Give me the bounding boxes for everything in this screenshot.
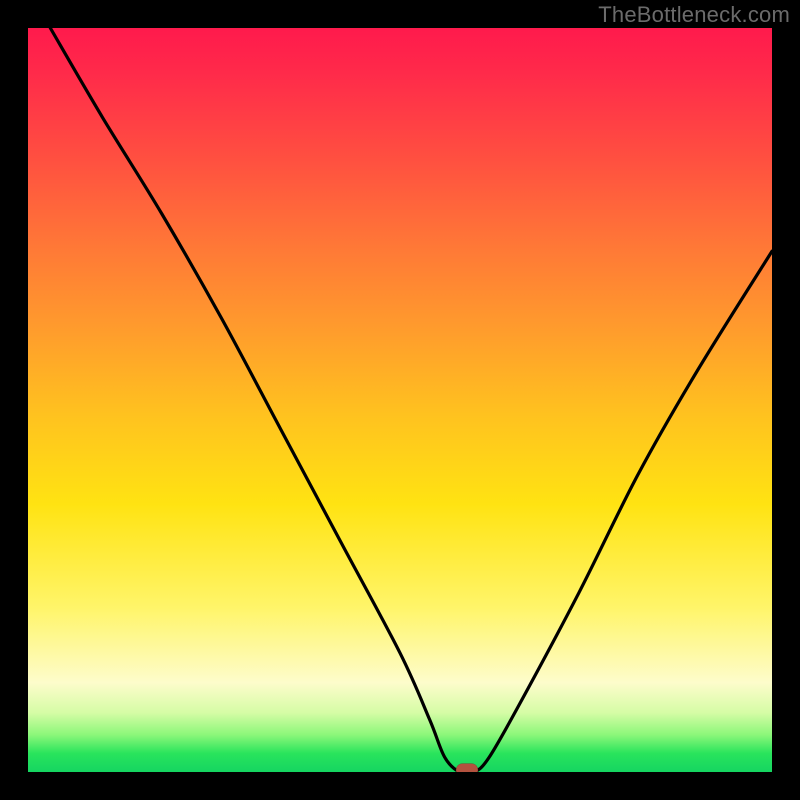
minimum-marker bbox=[456, 764, 478, 773]
watermark-text: TheBottleneck.com bbox=[598, 2, 790, 28]
curve-path bbox=[50, 28, 772, 772]
bottleneck-curve bbox=[28, 28, 772, 772]
plot-area bbox=[28, 28, 772, 772]
chart-frame: TheBottleneck.com bbox=[0, 0, 800, 800]
